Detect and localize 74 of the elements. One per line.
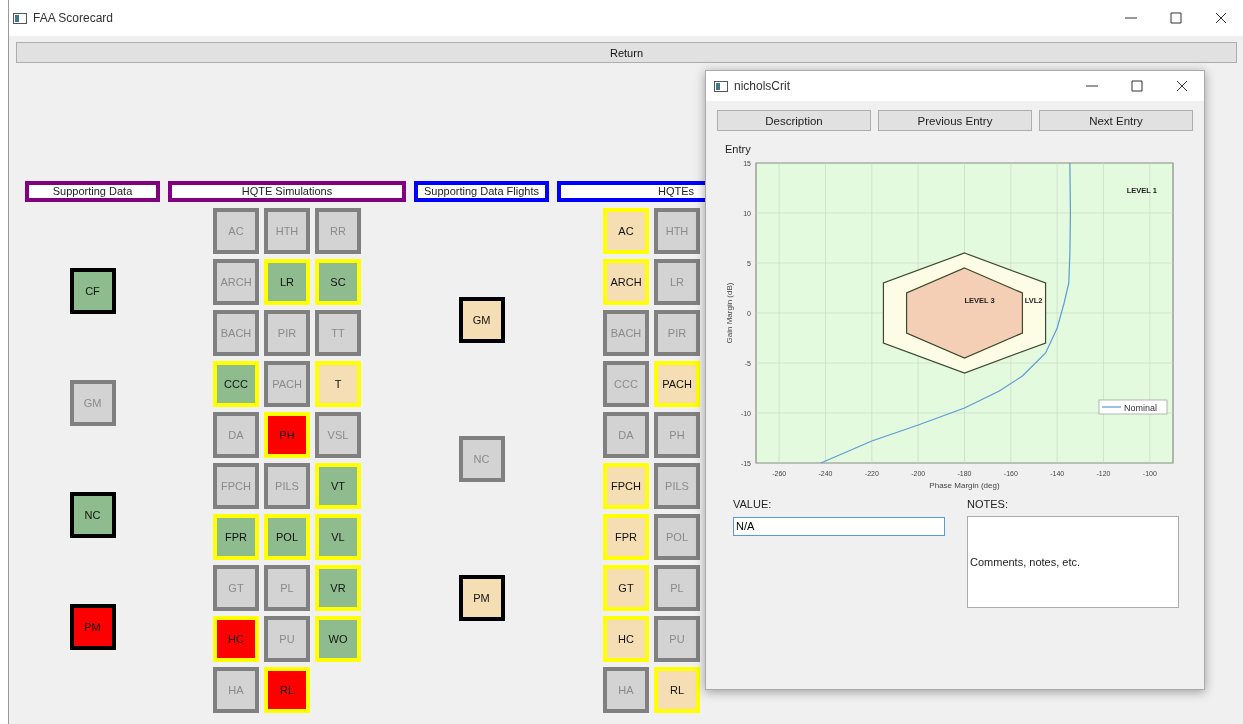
criterion-tile[interactable]: WO — [315, 616, 361, 662]
criterion-tile[interactable]: FPR — [213, 514, 259, 560]
field-label: NOTES: — [967, 498, 1009, 510]
criterion-tile[interactable]: BACH — [213, 310, 259, 356]
criterion-tile[interactable]: ARCH — [603, 259, 649, 305]
criterion-tile[interactable]: CCC — [213, 361, 259, 407]
window-title: FAA Scorecard — [33, 11, 114, 25]
criterion-tile[interactable]: PU — [264, 616, 310, 662]
criterion-tile[interactable]: DA — [603, 412, 649, 458]
criterion-tile[interactable]: NC — [458, 436, 505, 482]
criterion-tile[interactable]: PILS — [264, 463, 310, 509]
criterion-tile[interactable]: PM — [69, 604, 116, 650]
legend-line — [1101, 406, 1122, 408]
criterion-tile[interactable]: TT — [315, 310, 361, 356]
criterion-tile[interactable]: LR — [654, 259, 700, 305]
criterion-tile[interactable]: VT — [315, 463, 361, 509]
criterion-tile[interactable]: PH — [264, 412, 310, 458]
criterion-tile[interactable]: RL — [264, 667, 310, 713]
criterion-tile[interactable]: VR — [315, 565, 361, 611]
legend-label: Nominal — [1124, 402, 1157, 413]
criterion-tile[interactable]: VL — [315, 514, 361, 560]
dialog-title: nicholsCrit — [734, 79, 790, 93]
dialog-button[interactable]: Previous Entry — [878, 110, 1032, 131]
section-header: Supporting Data Flights — [414, 181, 549, 202]
criterion-tile[interactable]: CCC — [603, 361, 649, 407]
criterion-tile[interactable]: GT — [603, 565, 649, 611]
criterion-tile[interactable]: LR — [264, 259, 310, 305]
section-header: HQTE Simulations — [168, 181, 406, 202]
criterion-tile[interactable]: AC — [603, 208, 649, 254]
criterion-tile[interactable]: PIR — [264, 310, 310, 356]
criterion-tile[interactable]: RL — [654, 667, 700, 713]
criterion-tile[interactable]: GM — [458, 297, 505, 343]
criterion-tile[interactable]: PL — [264, 565, 310, 611]
entry-label: Entry — [725, 143, 752, 155]
axis-label: Phase Margin (deg) — [929, 481, 1000, 490]
criterion-tile[interactable]: HA — [603, 667, 649, 713]
criterion-tile[interactable]: PIR — [654, 310, 700, 356]
criterion-tile[interactable]: NC — [69, 492, 116, 538]
return-button[interactable]: Return — [16, 42, 1237, 63]
legend-box — [1098, 399, 1168, 415]
criterion-tile[interactable]: SC — [315, 259, 361, 305]
criterion-tile[interactable]: GT — [213, 565, 259, 611]
criterion-tile[interactable]: VSL — [315, 412, 361, 458]
criterion-tile[interactable]: ARCH — [213, 259, 259, 305]
app-icon — [714, 80, 728, 92]
criterion-tile[interactable]: HC — [213, 616, 259, 662]
maximize-icon[interactable] — [1128, 78, 1145, 94]
section-header: Supporting Data — [25, 181, 160, 202]
criterion-tile[interactable]: GM — [69, 380, 116, 426]
criterion-tile[interactable]: CF — [69, 268, 116, 314]
dialog-button[interactable]: Description — [717, 110, 871, 131]
criterion-tile[interactable]: BACH — [603, 310, 649, 356]
app-icon — [13, 12, 27, 24]
dialog-button[interactable]: Next Entry — [1039, 110, 1193, 131]
maximize-icon[interactable] — [1167, 10, 1184, 26]
criterion-tile[interactable]: RR — [315, 208, 361, 254]
criterion-tile[interactable]: PU — [654, 616, 700, 662]
notes-field[interactable]: Comments, notes, etc. — [967, 516, 1179, 608]
criterion-tile[interactable]: T — [315, 361, 361, 407]
criterion-tile[interactable]: FPR — [603, 514, 649, 560]
field-label: VALUE: — [733, 498, 773, 510]
criterion-tile[interactable]: HA — [213, 667, 259, 713]
criterion-tile[interactable]: AC — [213, 208, 259, 254]
criterion-tile[interactable]: FPCH — [603, 463, 649, 509]
value-field[interactable]: N/A — [733, 516, 945, 536]
criterion-tile[interactable]: PACH — [654, 361, 700, 407]
criterion-tile[interactable]: POL — [654, 514, 700, 560]
criterion-tile[interactable]: PM — [458, 575, 505, 621]
criterion-tile[interactable]: PILS — [654, 463, 700, 509]
criterion-tile[interactable]: PL — [654, 565, 700, 611]
criterion-tile[interactable]: HC — [603, 616, 649, 662]
criterion-tile[interactable]: POL — [264, 514, 310, 560]
criterion-tile[interactable]: DA — [213, 412, 259, 458]
axis-label: Gain Margin (dB) — [725, 282, 734, 344]
